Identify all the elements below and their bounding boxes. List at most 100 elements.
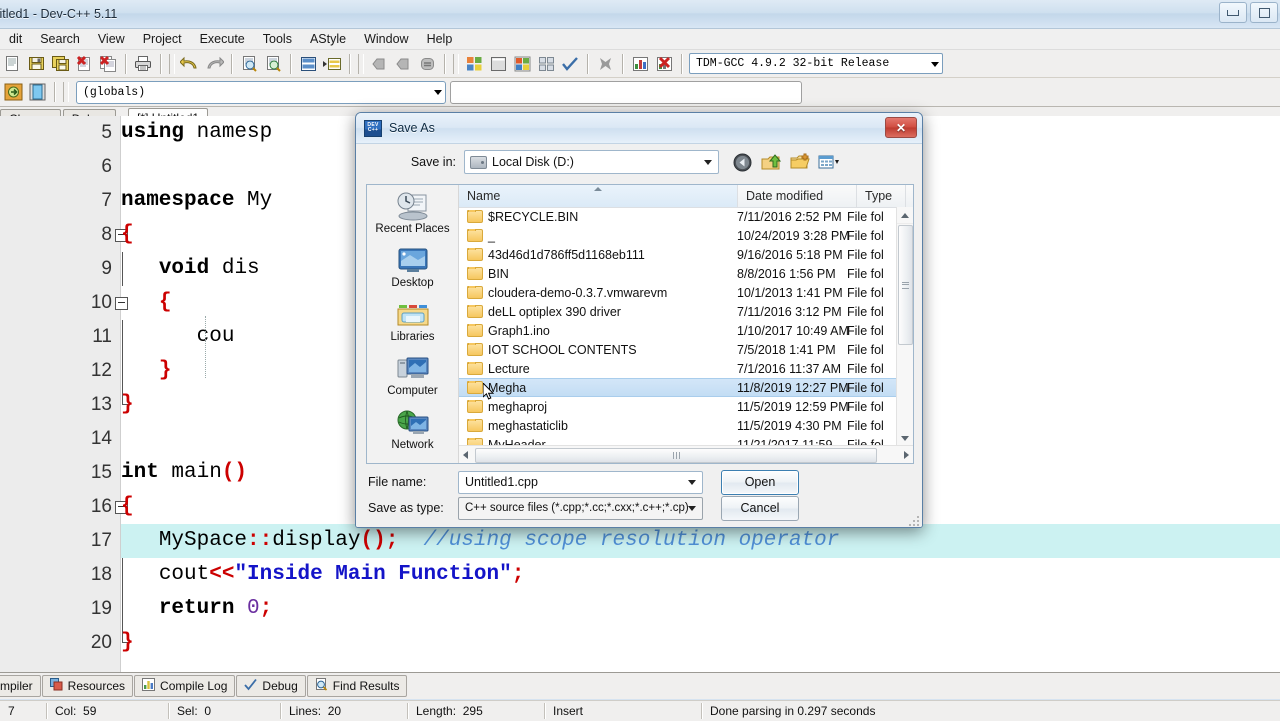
- file-row-selected[interactable]: Megha 11/8/2019 12:27 PM File fol: [459, 378, 897, 397]
- save-as-dialog[interactable]: DEV C++ Save As ✕ Save in: Local Disk (D:…: [355, 112, 923, 528]
- column-header-type[interactable]: Type: [857, 185, 906, 207]
- tab-resources[interactable]: Resources: [41, 675, 134, 697]
- debug-icon[interactable]: [653, 53, 675, 75]
- indent-icon[interactable]: [321, 53, 343, 75]
- close-all-icon[interactable]: [97, 53, 119, 75]
- views-icon[interactable]: [818, 151, 840, 173]
- save-all-icon[interactable]: [49, 53, 71, 75]
- up-one-level-icon[interactable]: [760, 151, 782, 173]
- redo-icon[interactable]: [203, 53, 225, 75]
- menu-item-astyle[interactable]: AStyle: [301, 30, 355, 48]
- goto-line-icon[interactable]: [297, 53, 319, 75]
- file-row[interactable]: Lecture 7/1/2016 11:37 AM File fol: [459, 359, 897, 378]
- file-name-input[interactable]: Untitled1.cpp: [458, 470, 703, 494]
- profile-icon[interactable]: [629, 53, 651, 75]
- restore-button[interactable]: [1250, 2, 1278, 23]
- symbol-field[interactable]: [450, 80, 802, 104]
- menu-item-project[interactable]: Project: [134, 30, 191, 48]
- menu-item-execute[interactable]: Execute: [191, 30, 254, 48]
- place-label: Computer: [387, 385, 438, 397]
- menu-item-view[interactable]: View: [89, 30, 134, 48]
- menu-item-tools[interactable]: Tools: [254, 30, 301, 48]
- save-as-type-select[interactable]: C++ source files (*.cpp;*.cc;*.cxx;*.c++…: [458, 496, 703, 520]
- toolbar-grip[interactable]: [169, 53, 175, 74]
- cancel-button[interactable]: Cancel: [721, 495, 799, 521]
- place-recent-places[interactable]: Recent Places: [369, 189, 457, 243]
- file-name-cell: _: [459, 228, 737, 243]
- place-libraries[interactable]: Libraries: [369, 297, 457, 351]
- minimize-button[interactable]: [1219, 2, 1247, 23]
- file-row[interactable]: cloudera-demo-0.3.7.vmwarevm 10/1/2013 1:…: [459, 283, 897, 302]
- status-lines: Lines: 20: [281, 702, 407, 720]
- vertical-scrollbar[interactable]: [896, 207, 913, 446]
- place-desktop[interactable]: Desktop: [369, 243, 457, 297]
- menu-item-edit[interactable]: dit: [0, 30, 31, 48]
- place-network[interactable]: Network: [369, 405, 457, 459]
- file-name-label: File name:: [368, 475, 427, 489]
- open-button[interactable]: Open: [721, 469, 799, 495]
- file-row[interactable]: 43d46d1d786ff5d1168eb111 9/16/2016 5:18 P…: [459, 245, 897, 264]
- toolbar-grip[interactable]: [358, 53, 364, 74]
- print-icon[interactable]: [132, 53, 154, 75]
- find-icon[interactable]: [238, 53, 260, 75]
- chevron-down-icon[interactable]: [688, 479, 696, 485]
- file-row[interactable]: $RECYCLE.BIN 7/11/2016 2:52 PM File fol: [459, 207, 897, 226]
- file-row[interactable]: deLL optiplex 390 driver 7/11/2016 3:12 P…: [459, 302, 897, 321]
- folder-icon: [467, 342, 483, 356]
- toggle-panel-icon[interactable]: [26, 81, 48, 103]
- place-computer[interactable]: Computer: [369, 351, 457, 405]
- toolbar-grip[interactable]: [63, 82, 69, 102]
- new-folder-icon[interactable]: [789, 151, 811, 173]
- horizontal-scrollbar[interactable]: [459, 445, 913, 463]
- next-bookmark-icon[interactable]: [392, 53, 414, 75]
- file-row[interactable]: _ 10/24/2019 3:28 PM File fol: [459, 226, 897, 245]
- find-next-icon[interactable]: [262, 53, 284, 75]
- tab-compiler[interactable]: mpiler: [0, 675, 41, 697]
- new-file-icon[interactable]: [1, 53, 23, 75]
- stop-execution-icon[interactable]: [594, 53, 616, 75]
- close-file-icon[interactable]: [73, 53, 95, 75]
- toggle-bookmark-icon[interactable]: [416, 53, 438, 75]
- file-row[interactable]: meghastaticlib 11/5/2019 4:30 PM File fol: [459, 416, 897, 435]
- file-row[interactable]: Graph1.ino 1/10/2017 10:49 AM File fol: [459, 321, 897, 340]
- prev-bookmark-icon[interactable]: [368, 53, 390, 75]
- folder-icon: [467, 266, 483, 280]
- column-header-date-modified[interactable]: Date modified: [738, 185, 857, 207]
- file-name-value: Untitled1.cpp: [465, 475, 538, 489]
- toolbar-grip[interactable]: [453, 53, 459, 74]
- file-row[interactable]: IOT SCHOOL CONTENTS 7/5/2018 1:41 PM File …: [459, 340, 897, 359]
- compile-icon[interactable]: [463, 53, 485, 75]
- insert-snippet-icon[interactable]: [2, 81, 24, 103]
- save-icon[interactable]: [25, 53, 47, 75]
- column-header-name[interactable]: Name: [459, 185, 738, 207]
- menu-item-help[interactable]: Help: [418, 30, 462, 48]
- scope-select[interactable]: (globals): [76, 80, 446, 104]
- vertical-scroll-thumb[interactable]: [898, 225, 913, 345]
- toolbar-separator: [231, 53, 232, 74]
- check-syntax-icon[interactable]: [559, 53, 581, 75]
- save-in-select[interactable]: Local Disk (D:): [464, 150, 719, 174]
- file-date-cell: 7/11/2016 3:12 PM: [737, 304, 842, 319]
- close-icon[interactable]: ✕: [885, 117, 917, 138]
- dialog-resize-grip[interactable]: [909, 516, 919, 526]
- scroll-up-icon[interactable]: [897, 207, 913, 224]
- chevron-down-icon[interactable]: [688, 505, 696, 511]
- back-icon[interactable]: [731, 151, 753, 173]
- scroll-right-icon[interactable]: [904, 450, 909, 459]
- undo-icon[interactable]: [179, 53, 201, 75]
- rebuild-icon[interactable]: [535, 53, 557, 75]
- menu-item-window[interactable]: Window: [355, 30, 417, 48]
- menu-item-search[interactable]: Search: [31, 30, 89, 48]
- file-browser: Recent Places Desktop Libraries Computer…: [366, 184, 914, 464]
- scroll-down-icon[interactable]: [897, 430, 913, 446]
- file-row[interactable]: meghaproj 11/5/2019 12:59 PM File fol: [459, 397, 897, 416]
- compiler-select[interactable]: TDM-GCC 4.9.2 32-bit Release: [689, 53, 943, 74]
- file-row[interactable]: BIN 8/8/2016 1:56 PM File fol: [459, 264, 897, 283]
- run-icon[interactable]: [487, 53, 509, 75]
- compile-run-icon[interactable]: [511, 53, 533, 75]
- tab-compile-log[interactable]: Compile Log: [134, 675, 236, 697]
- tab-debug-panel[interactable]: Debug: [236, 675, 306, 697]
- tab-find-results[interactable]: Find Results: [306, 675, 408, 697]
- horizontal-scroll-thumb[interactable]: [475, 448, 877, 463]
- scroll-left-icon[interactable]: [463, 450, 468, 459]
